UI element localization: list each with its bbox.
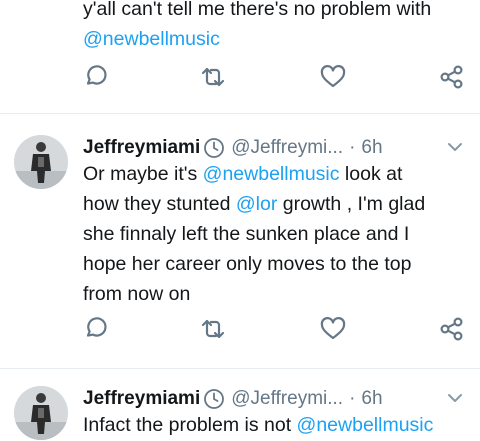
- mention-link[interactable]: @newbellmusic: [297, 414, 434, 436]
- tweet-text-line: she finnaly left the sunken place and I: [83, 223, 410, 245]
- reply-button[interactable]: [80, 62, 110, 92]
- tweet[interactable]: Jeffreymiami @Jeffreymi... · 6h Infact t…: [0, 386, 480, 441]
- tweet[interactable]: Jeffreymiami @Jeffreymi... · 6h Or maybe…: [0, 135, 480, 367]
- heart-icon: [320, 65, 346, 88]
- tweet-text-line: hope her career only moves to the top: [83, 253, 412, 275]
- like-button[interactable]: [318, 314, 348, 344]
- user-handle[interactable]: @Jeffreymi...: [231, 137, 343, 159]
- retweet-icon: [201, 319, 225, 339]
- mention-link[interactable]: @newbellmusic: [83, 24, 473, 54]
- tweet-menu-button[interactable]: [444, 136, 466, 158]
- like-button[interactable]: [318, 62, 348, 92]
- tweet-actions: [0, 314, 480, 344]
- tweet-actions: [0, 62, 480, 92]
- avatar[interactable]: [14, 135, 68, 189]
- tweet-text: Infact the problem is not @newbellmusic: [83, 410, 475, 440]
- reply-icon: [86, 65, 107, 85]
- text-segment: how they stunted: [83, 193, 236, 215]
- divider: [0, 368, 480, 369]
- tweet-menu-button[interactable]: [444, 387, 466, 409]
- tweet-header: Jeffreymiami @Jeffreymi... · 6h: [83, 386, 473, 412]
- display-name[interactable]: Jeffreymiami: [83, 388, 200, 410]
- mention-link[interactable]: @newbellmusic: [203, 163, 340, 185]
- tweet-text-line: Infact the problem is not @newbellmusic: [83, 410, 475, 440]
- timestamp[interactable]: 6h: [361, 388, 382, 410]
- text-segment: look at: [339, 163, 403, 185]
- share-icon: [440, 317, 463, 341]
- share-button[interactable]: [437, 314, 467, 344]
- clock-icon: [203, 137, 225, 159]
- heart-icon: [320, 317, 346, 340]
- separator: ·: [349, 137, 356, 158]
- retweet-icon: [201, 67, 225, 87]
- tweet-text-line: how they stunted @lor growth , I'm glad: [83, 189, 475, 219]
- text-segment: Infact the problem is not: [83, 414, 297, 436]
- tweet-text-line: Or maybe it's @newbellmusic look at: [83, 159, 475, 189]
- display-name[interactable]: Jeffreymiami: [83, 137, 200, 159]
- previous-tweet[interactable]: y'all can't tell me there's no problem w…: [0, 0, 480, 112]
- tweet-text: y'all can't tell me there's no problem w…: [83, 0, 473, 54]
- tweet-text-line: from now on: [83, 283, 191, 305]
- mention-link[interactable]: @lor: [236, 193, 277, 215]
- tweet-header: Jeffreymiami @Jeffreymi... · 6h: [83, 135, 473, 161]
- reply-button[interactable]: [80, 314, 110, 344]
- chevron-down-icon: [448, 394, 462, 402]
- text-segment: Or maybe it's: [83, 163, 203, 185]
- timestamp[interactable]: 6h: [361, 137, 382, 159]
- share-button[interactable]: [437, 62, 467, 92]
- text-segment: growth , I'm glad: [277, 193, 426, 215]
- tweet-text: Or maybe it's @newbellmusic look at how …: [83, 159, 475, 309]
- tweet-text-line: y'all can't tell me there's no problem w…: [83, 0, 432, 20]
- user-handle[interactable]: @Jeffreymi...: [231, 388, 343, 410]
- retweet-button[interactable]: [198, 314, 228, 344]
- retweet-button[interactable]: [198, 62, 228, 92]
- clock-icon: [203, 388, 225, 410]
- divider: [0, 113, 480, 114]
- avatar[interactable]: [14, 386, 68, 440]
- share-icon: [440, 65, 463, 89]
- reply-icon: [86, 317, 107, 337]
- chevron-down-icon: [448, 143, 462, 151]
- separator: ·: [349, 388, 356, 409]
